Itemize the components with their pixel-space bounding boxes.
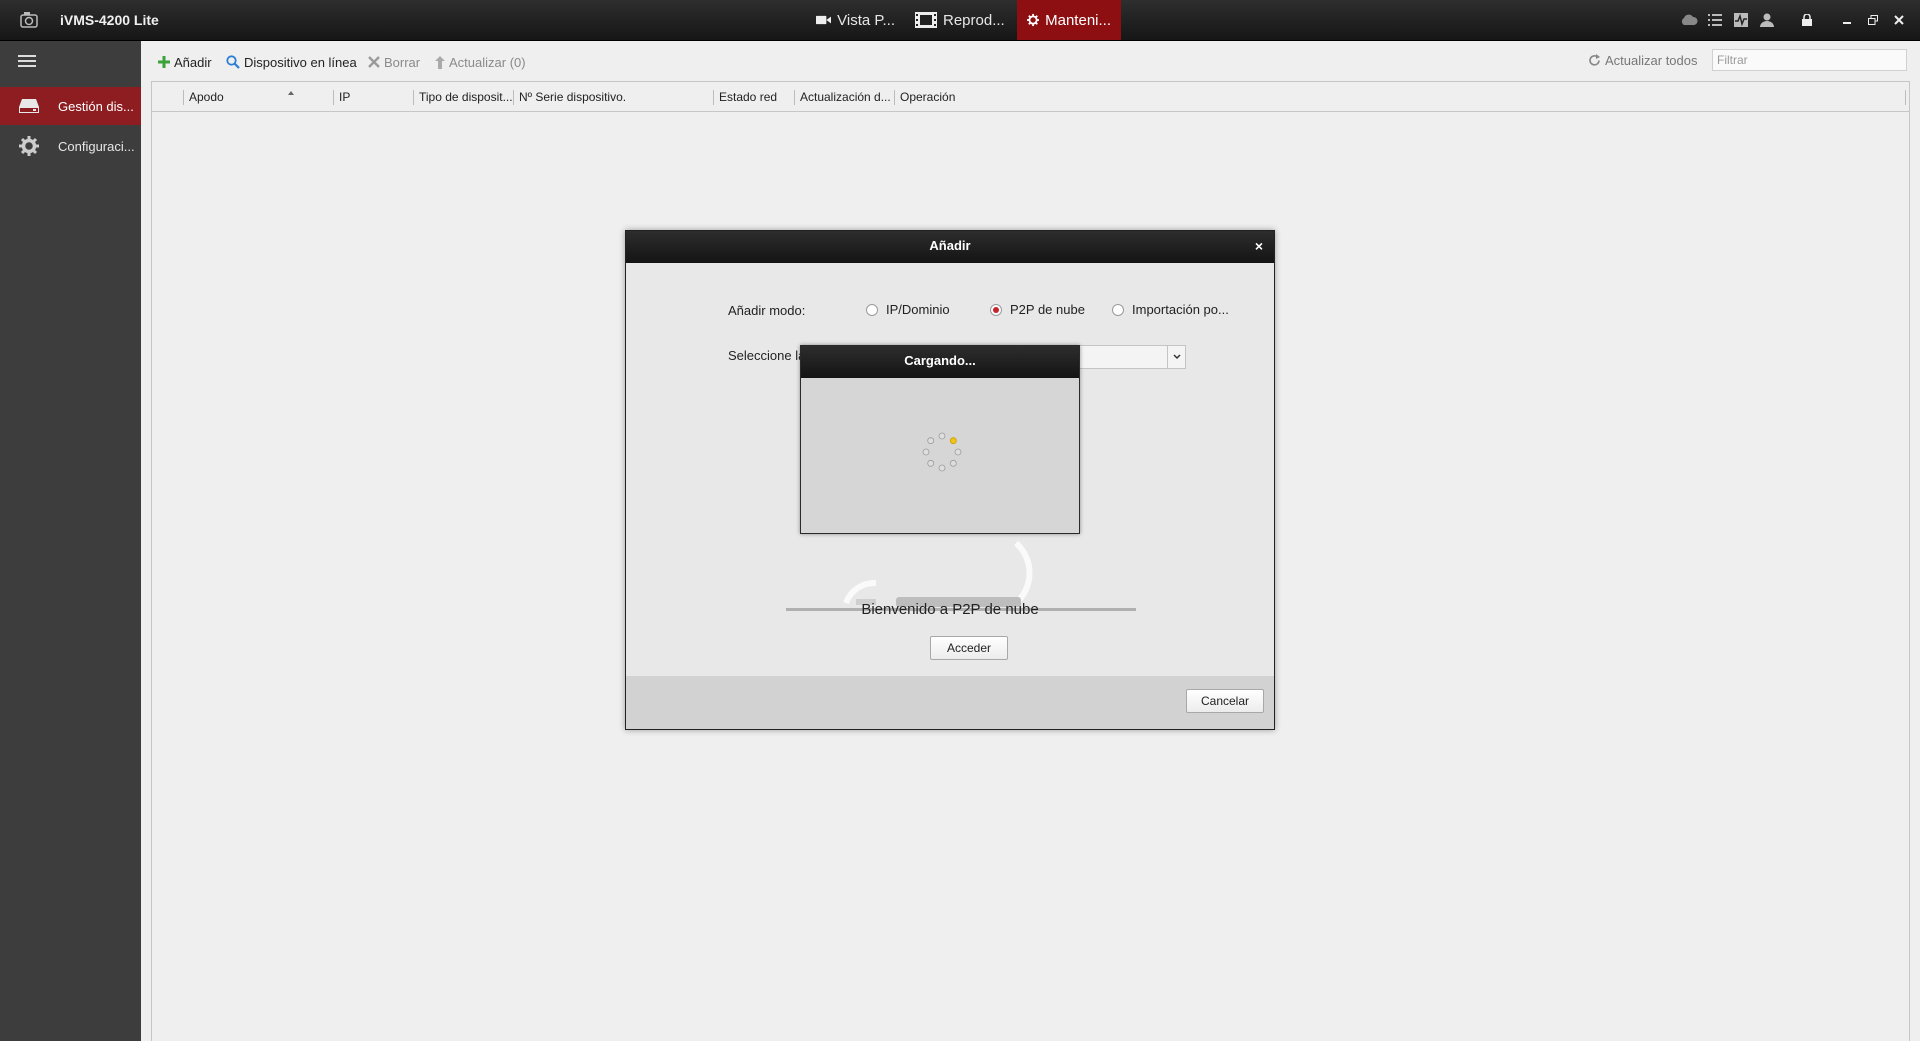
column-header-ip[interactable]: IP bbox=[333, 90, 413, 105]
lock-icon[interactable] bbox=[1794, 0, 1820, 40]
close-icon[interactable] bbox=[1886, 0, 1912, 40]
radio-label: IP/Dominio bbox=[886, 302, 950, 317]
column-header-device-type[interactable]: Tipo de disposit... bbox=[413, 90, 513, 105]
tab-mantenimiento[interactable]: Manteni... bbox=[1017, 0, 1121, 40]
add-label: Añadir bbox=[174, 54, 212, 70]
dialog-title-bar: Añadir × bbox=[626, 231, 1274, 263]
update-label: Actualizar (0) bbox=[449, 54, 526, 70]
refresh-all-label: Actualizar todos bbox=[1605, 53, 1698, 68]
tab-label: Reprod... bbox=[943, 11, 1005, 29]
radio-label: P2P de nube bbox=[1010, 302, 1085, 317]
cancel-button[interactable]: Cancelar bbox=[1186, 689, 1264, 713]
filter-input[interactable] bbox=[1712, 49, 1907, 71]
title-bar: iVMS-4200 Lite Vista P... Reprod... Mant… bbox=[0, 0, 1920, 41]
sidebar-item-device-management[interactable]: Gestión dis... bbox=[0, 87, 141, 125]
online-device-label: Dispositivo en línea bbox=[244, 54, 357, 70]
pulse-icon[interactable] bbox=[1728, 0, 1754, 40]
tab-label: Manteni... bbox=[1045, 11, 1111, 29]
update-button[interactable]: Actualizar (0) bbox=[435, 53, 526, 71]
toolbar: Añadir Dispositivo en línea Borrar Actua… bbox=[141, 41, 1920, 81]
column-header-end bbox=[1905, 90, 1911, 105]
minimize-icon[interactable] bbox=[1834, 0, 1860, 40]
film-icon bbox=[915, 12, 937, 28]
chevron-down-icon[interactable] bbox=[1167, 346, 1185, 368]
column-header-apodo[interactable]: Apodo bbox=[183, 90, 333, 105]
tab-label: Vista P... bbox=[837, 11, 895, 29]
close-icon[interactable]: × bbox=[1252, 239, 1266, 253]
tab-reproduccion[interactable]: Reprod... bbox=[905, 0, 1017, 40]
dialog-title: Añadir bbox=[929, 238, 971, 253]
refresh-all-button[interactable]: Actualizar todos bbox=[1588, 53, 1698, 68]
search-icon bbox=[226, 55, 240, 69]
column-header-update[interactable]: Actualización d... bbox=[794, 90, 894, 105]
plus-icon bbox=[158, 56, 170, 68]
sidebar-item-label: Configuraci... bbox=[58, 138, 135, 154]
user-icon[interactable] bbox=[1754, 0, 1780, 40]
welcome-text: Bienvenido a P2P de nube bbox=[861, 601, 1039, 618]
sort-ascending-icon bbox=[288, 91, 294, 95]
radio-button[interactable] bbox=[866, 303, 878, 316]
radio-ip-domain[interactable]: IP/Dominio bbox=[866, 302, 950, 317]
list-icon[interactable] bbox=[1702, 0, 1728, 40]
radio-button[interactable] bbox=[1112, 303, 1124, 316]
dialog-footer: Cancelar bbox=[626, 676, 1274, 729]
delete-button[interactable]: Borrar bbox=[368, 53, 420, 71]
column-header-network-status[interactable]: Estado red bbox=[713, 90, 794, 105]
login-button[interactable]: Acceder bbox=[930, 636, 1008, 660]
table-header: Apodo IP Tipo de disposit... Nº Serie di… bbox=[152, 82, 1909, 112]
radio-import[interactable]: Importación po... bbox=[1112, 302, 1229, 317]
column-header-operation[interactable]: Operación bbox=[894, 90, 994, 105]
loading-spinner-icon bbox=[922, 432, 962, 472]
column-header-serial[interactable]: Nº Serie dispositivo. bbox=[513, 90, 713, 105]
gear-icon bbox=[0, 136, 58, 156]
upload-arrow-icon bbox=[435, 55, 445, 69]
system-icons bbox=[1676, 0, 1912, 40]
app-title: iVMS-4200 Lite bbox=[60, 12, 159, 28]
hamburger-menu-icon[interactable] bbox=[18, 53, 36, 69]
main-tabs: Vista P... Reprod... Manteni... bbox=[806, 0, 1121, 40]
cloud-icon[interactable] bbox=[1676, 0, 1702, 40]
sidebar-item-label: Gestión dis... bbox=[58, 98, 134, 114]
select-region-label: Seleccione la bbox=[728, 348, 806, 363]
online-device-button[interactable]: Dispositivo en línea bbox=[226, 53, 357, 71]
tab-vista-principal[interactable]: Vista P... bbox=[806, 0, 905, 40]
radio-p2p-cloud[interactable]: P2P de nube bbox=[990, 302, 1085, 317]
video-camera-icon bbox=[816, 15, 832, 25]
add-button[interactable]: Añadir bbox=[158, 53, 212, 71]
device-icon bbox=[0, 98, 58, 114]
loading-dialog: Cargando... bbox=[800, 345, 1080, 534]
delete-x-icon bbox=[368, 56, 380, 68]
app-logo-icon bbox=[20, 11, 40, 29]
gear-icon bbox=[1027, 13, 1040, 27]
sidebar-item-configuration[interactable]: Configuraci... bbox=[0, 127, 141, 165]
loading-title: Cargando... bbox=[801, 346, 1079, 378]
delete-label: Borrar bbox=[384, 54, 421, 70]
sidebar: Gestión dis... Configuraci... bbox=[0, 41, 141, 1041]
radio-button-selected[interactable] bbox=[990, 303, 1002, 316]
restore-icon[interactable] bbox=[1860, 0, 1886, 40]
radio-label: Importación po... bbox=[1132, 302, 1229, 317]
add-mode-label: Añadir modo: bbox=[728, 303, 806, 318]
refresh-icon bbox=[1589, 54, 1600, 66]
